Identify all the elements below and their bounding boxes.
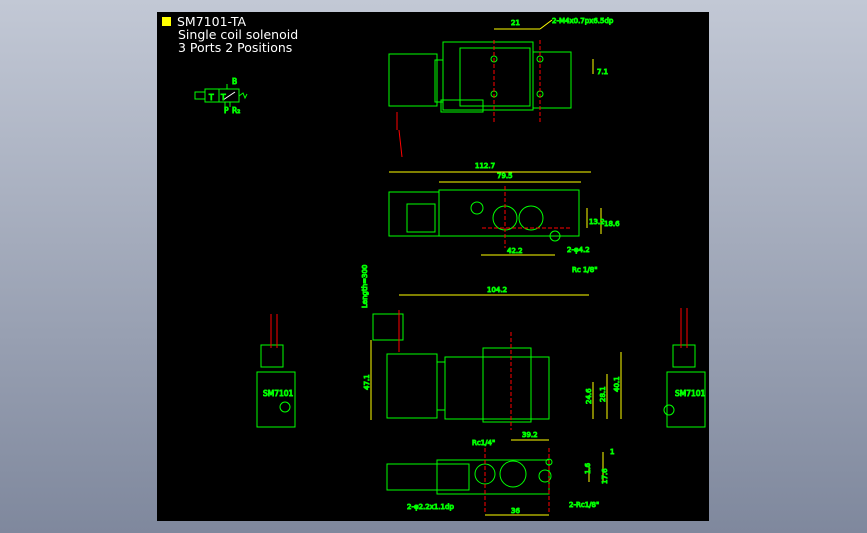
dim-screw: 2-M4x0.7px6.5dp: [552, 17, 614, 25]
front-view: [388, 186, 580, 248]
dim-7-1: 7.1: [597, 68, 608, 76]
side-label-left: SM7101: [263, 389, 294, 398]
cad-drawing: B P R₂ T T 21 2-M4x0.7px6.5dp 7.1 112.7 …: [194, 17, 706, 516]
dim-13-2: 13.2: [589, 218, 605, 226]
dim-21: 21: [511, 19, 520, 27]
dim-24-6: 24.6: [585, 388, 593, 404]
dim-rc-1-4: Rc1/4": [472, 439, 495, 447]
symbol-port-r: R₂: [232, 106, 240, 115]
dim-39-2: 39.2: [522, 431, 538, 439]
dim-17-6: 17.6: [601, 468, 609, 484]
right-end-view: [663, 308, 706, 428]
symbol-t1: T: [208, 93, 214, 102]
dim-42-2: 42.2: [507, 247, 523, 255]
dim-rc-1-8-a: Rc 1/8": [572, 266, 597, 274]
symbol-port-p: P: [224, 106, 229, 115]
dim-18-6: 18.6: [604, 220, 620, 228]
dim-112-7: 112.7: [475, 162, 495, 170]
dim-79-5: 79.5: [497, 172, 513, 180]
dim-40-1: 40.1: [613, 376, 621, 392]
symbol-t2: T: [220, 93, 226, 102]
dim-104-2: 104.2: [487, 286, 507, 294]
dim-hole-2-2: 2-φ2.2x1.1dp: [407, 503, 454, 511]
dim-36: 36: [511, 507, 520, 515]
cad-viewport[interactable]: SM7101-TA Single coil solenoid 3 Ports 2…: [157, 12, 709, 521]
dim-1: 1: [610, 448, 614, 456]
dim-length-300: Length=300: [361, 265, 369, 308]
symbol-port-b: B: [232, 77, 237, 86]
dim-47-1: 47.1: [363, 374, 371, 390]
left-end-view: [256, 314, 296, 428]
side-label-right: SM7101: [675, 389, 706, 398]
top-view: [388, 40, 572, 158]
dim-rc-1-8-b: 2-Rc1/8": [569, 501, 599, 509]
dim-hole-4-2: 2-φ4.2: [567, 246, 590, 254]
side-view: [372, 310, 550, 430]
dim-1-6: 1.6: [584, 462, 592, 474]
dim-28-1: 28.1: [599, 386, 607, 402]
